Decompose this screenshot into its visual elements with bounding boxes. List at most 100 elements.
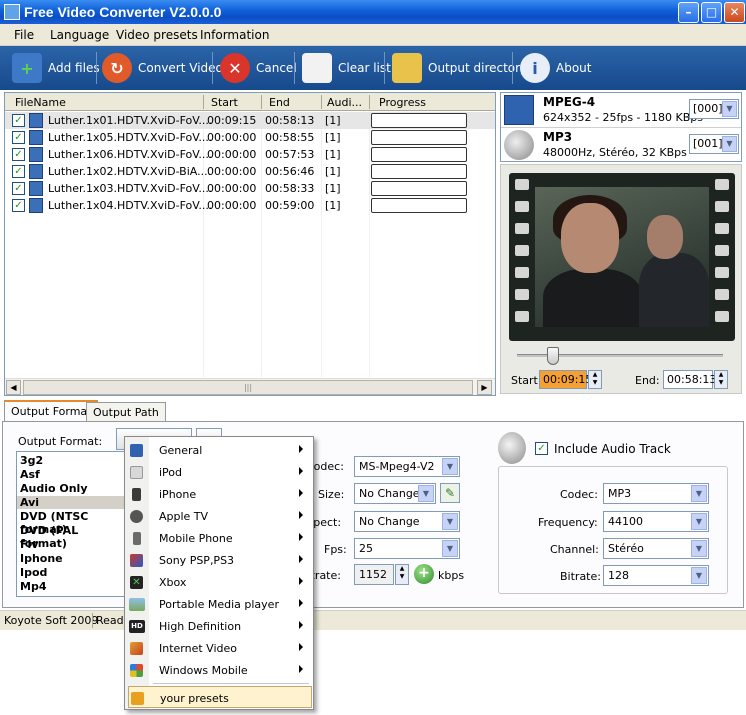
menu-item-ipod[interactable]: iPod xyxy=(125,461,313,483)
video-file-icon xyxy=(29,113,43,128)
list-item[interactable]: Ipod xyxy=(20,566,47,579)
list-item-selected[interactable]: Avi xyxy=(17,496,127,509)
list-item[interactable]: Asf xyxy=(20,468,40,481)
row-checkbox[interactable]: ✓ xyxy=(12,148,25,161)
output-format-list[interactable]: 3g2 Asf Audio Only Avi DVD (NTSC format)… xyxy=(16,451,128,597)
video-codec-select[interactable]: MS-Mpeg4-V2 ▼ xyxy=(354,456,460,477)
video-bitrate-field[interactable]: 1152 xyxy=(354,564,394,585)
tab-output-path[interactable]: Output Path xyxy=(86,402,166,422)
document-icon xyxy=(302,53,332,83)
menu-item-your-presets[interactable]: your presets xyxy=(128,686,312,708)
menu-item-windows-mobile[interactable]: Windows Mobile xyxy=(125,659,313,681)
video-frame xyxy=(535,187,709,327)
menu-item-general[interactable]: General xyxy=(125,439,313,461)
video-file-icon xyxy=(29,181,43,196)
row-checkbox[interactable]: ✓ xyxy=(12,199,25,212)
audio-track-select[interactable]: [001] ▼ xyxy=(689,134,739,154)
table-row[interactable]: ✓ Luther.1x06.HDTV.XviD-FoV.... 00:00:00… xyxy=(5,146,495,163)
audio-bitrate-select[interactable]: 128 ▼ xyxy=(603,565,709,586)
video-aspect-select[interactable]: No Change ▼ xyxy=(354,511,460,532)
audio-frequency-select[interactable]: 44100 ▼ xyxy=(603,511,709,532)
column-progress[interactable]: Progress xyxy=(379,96,426,109)
menu-bar: File Language Video presets Information xyxy=(0,24,746,46)
submenu-arrow-icon xyxy=(299,533,303,541)
end-time-field[interactable]: 00:58:13 xyxy=(663,370,716,389)
maximize-button[interactable]: □ xyxy=(701,2,722,23)
table-row[interactable]: ✓ Luther.1x02.HDTV.XviD-BiA.... 00:00:00… xyxy=(5,163,495,180)
table-row[interactable]: ✓ Luther.1x01.HDTV.XviD-FoV.... 00:09:15… xyxy=(5,112,495,129)
minimize-button[interactable]: – xyxy=(678,2,699,23)
start-time-spinner[interactable]: ▲ ▼ xyxy=(588,370,602,389)
list-item[interactable]: Flv xyxy=(20,538,38,551)
row-checkbox[interactable]: ✓ xyxy=(12,165,25,178)
video-track-select[interactable]: [000] ▼ xyxy=(689,99,739,119)
cancel-button[interactable]: ✕ Cancel xyxy=(220,50,297,86)
edit-size-icon[interactable]: ✎ xyxy=(440,483,460,503)
table-row[interactable]: ✓ Luther.1x04.HDTV.XviD-FoV.... 00:00:00… xyxy=(5,197,495,214)
horizontal-scrollbar[interactable]: ◀ ||| ▶ xyxy=(5,378,495,395)
video-file-icon xyxy=(29,164,43,179)
row-checkbox[interactable]: ✓ xyxy=(12,131,25,144)
row-checkbox[interactable]: ✓ xyxy=(12,114,25,127)
column-end[interactable]: End xyxy=(269,96,290,109)
row-checkbox[interactable]: ✓ xyxy=(12,182,25,195)
video-file-icon xyxy=(29,198,43,213)
timeline-slider-thumb[interactable] xyxy=(547,347,559,365)
output-directory-button[interactable]: Output directory xyxy=(392,50,527,86)
scrollbar-thumb[interactable]: ||| xyxy=(23,380,473,395)
video-bitrate-spinner[interactable]: ▲ ▼ xyxy=(395,564,409,585)
video-size-select[interactable]: No Change ▼ xyxy=(354,483,436,504)
audio-codec-select[interactable]: MP3 ▼ xyxy=(603,483,709,504)
menu-item-apple-tv[interactable]: Apple TV xyxy=(125,505,313,527)
menu-item-portable-media-player[interactable]: Portable Media player xyxy=(125,593,313,615)
list-item[interactable]: Audio Only xyxy=(20,482,88,495)
video-fps-label: Fps: xyxy=(324,543,347,556)
menu-item-iphone[interactable]: iPhone xyxy=(125,483,313,505)
convert-video-button[interactable]: ↻ Convert Video xyxy=(102,50,223,86)
chevron-down-icon: ▼ xyxy=(691,513,707,530)
include-audio-label: Include Audio Track xyxy=(554,442,671,456)
menu-item-internet-video[interactable]: Internet Video xyxy=(125,637,313,659)
close-button[interactable]: ✕ xyxy=(724,2,745,23)
add-files-button[interactable]: + Add files xyxy=(12,50,100,86)
list-item[interactable]: Mp4 xyxy=(20,580,46,593)
convert-icon: ↻ xyxy=(102,53,132,83)
window-title: Free Video Converter V2.0.0.0 xyxy=(24,4,222,20)
include-audio-checkbox[interactable]: ✓ xyxy=(535,442,548,455)
internet-video-icon xyxy=(130,642,143,655)
progress-bar xyxy=(371,113,467,128)
column-start[interactable]: Start xyxy=(211,96,238,109)
video-stream: MPEG-4 624x352 - 25fps - 1180 KBps [000]… xyxy=(501,93,741,127)
menu-item-mobile-phone[interactable]: Mobile Phone xyxy=(125,527,313,549)
apple-icon xyxy=(130,510,143,523)
playstation-icon xyxy=(130,554,143,567)
audio-channel-select[interactable]: Stéréo ▼ xyxy=(603,538,709,559)
submenu-arrow-icon xyxy=(299,599,303,607)
speaker-icon xyxy=(504,130,534,160)
table-row[interactable]: ✓ Luther.1x05.HDTV.XviD-FoV.... 00:00:00… xyxy=(5,129,495,146)
menu-item-high-definition[interactable]: HD High Definition xyxy=(125,615,313,637)
start-time-field[interactable]: 00:09:15 xyxy=(539,370,592,389)
about-button[interactable]: i About xyxy=(520,50,591,86)
column-filename[interactable]: FileName xyxy=(15,96,66,109)
menu-information[interactable]: Information xyxy=(200,28,269,42)
clear-list-button[interactable]: Clear list xyxy=(302,50,391,86)
tab-output-format[interactable]: Output Format xyxy=(4,400,99,422)
menu-item-sony-psp[interactable]: Sony PSP,PS3 xyxy=(125,549,313,571)
menu-file[interactable]: File xyxy=(14,28,34,42)
scroll-right-icon[interactable]: ▶ xyxy=(477,380,492,395)
menu-language[interactable]: Language xyxy=(50,28,109,42)
menu-video-presets[interactable]: Video presets xyxy=(116,28,198,42)
table-row[interactable]: ✓ Luther.1x03.HDTV.XviD-FoV.... 00:00:00… xyxy=(5,180,495,197)
progress-bar xyxy=(371,198,467,213)
menu-item-xbox[interactable]: ✕ Xbox xyxy=(125,571,313,593)
add-bitrate-icon[interactable]: + xyxy=(414,564,434,584)
video-fps-select[interactable]: 25 ▼ xyxy=(354,538,460,559)
scroll-left-icon[interactable]: ◀ xyxy=(6,380,21,395)
list-item[interactable]: Iphone xyxy=(20,552,63,565)
end-time-spinner[interactable]: ▲ ▼ xyxy=(714,370,728,389)
toolbar-separator xyxy=(512,52,513,84)
list-item[interactable]: 3g2 xyxy=(20,454,43,467)
column-audio[interactable]: Audi... xyxy=(327,96,362,109)
video-file-icon xyxy=(29,130,43,145)
